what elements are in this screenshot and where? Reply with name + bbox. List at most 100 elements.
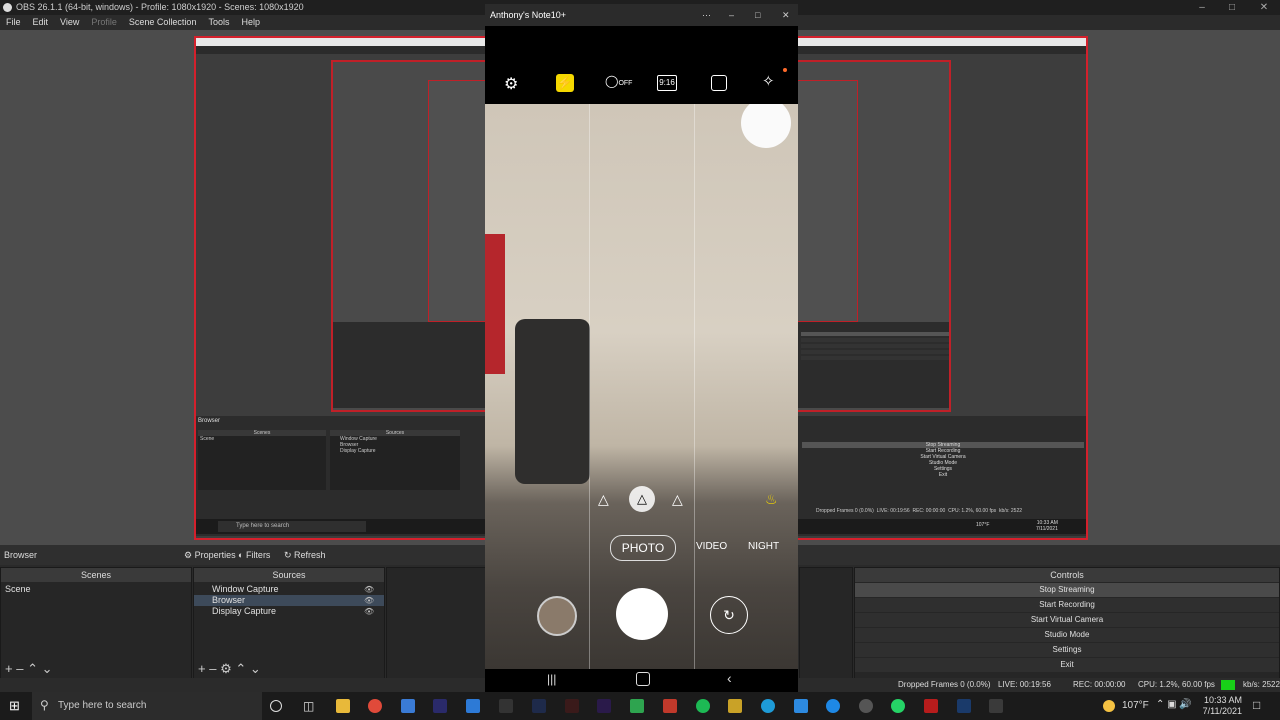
source-item[interactable]: Browser [194,595,384,606]
taskbar-search[interactable]: ⚲ Type here to search [32,692,262,720]
exit-button[interactable]: Exit [855,658,1279,672]
phone-maximize-button[interactable]: □ [755,4,760,26]
person-shirt [485,234,505,374]
maximize-button[interactable]: □ [1218,0,1246,15]
standard-lens-icon[interactable]: △ [629,486,655,512]
source-item[interactable]: Window Capture [194,584,384,595]
menu-tools[interactable]: Tools [202,15,235,30]
live-timer: LIVE: 00:19:56 [998,680,1051,689]
menu-file[interactable]: File [0,15,27,30]
move-up-icon[interactable]: ⌃ [27,661,38,676]
whatsapp-icon[interactable] [891,699,905,713]
scene-optimizer-icon[interactable]: ♨ [765,491,778,508]
phone-close-button[interactable]: ✕ [782,4,790,26]
studio-mode-button[interactable]: Studio Mode [855,628,1279,642]
source-item[interactable]: Display Capture [194,606,384,617]
source-settings-icon[interactable]: ⚙ [220,661,232,676]
suitcase [515,319,590,484]
stop-streaming-button[interactable]: Stop Streaming [855,583,1279,597]
menu-view[interactable]: View [54,15,85,30]
nested-scene-item: Scene [200,436,215,442]
phone-minimize-button[interactable]: – [729,4,734,26]
mode-photo[interactable]: PHOTO [610,535,676,561]
app-icon[interactable] [924,699,938,713]
mail-icon[interactable] [466,699,480,713]
task-view-icon[interactable]: ◫ [303,699,317,713]
back-icon[interactable]: ‹ [727,670,732,686]
ratio-9-16-icon[interactable]: 9:16 [657,75,677,91]
obs-icon[interactable] [859,699,873,713]
window-title: OBS 26.1.1 (64-bit, windows) - Profile: … [16,2,304,12]
menu-edit[interactable]: Edit [27,15,55,30]
move-down-icon[interactable]: ⌄ [250,661,261,676]
app-icon[interactable] [794,699,808,713]
edge-icon[interactable] [761,699,775,713]
move-down-icon[interactable]: ⌄ [42,661,53,676]
menu-profile[interactable]: Profile [85,15,123,30]
wide-lens-icon[interactable]: △ [598,491,609,508]
clock[interactable]: 10:33 AM 7/11/2021 [1200,695,1242,717]
scene-item[interactable]: Scene [1,584,191,595]
spotify-icon[interactable] [696,699,710,713]
sources-toolbar: + – ⚙ ⌃ ⌄ [198,661,261,677]
minimize-button[interactable]: – [1188,0,1216,15]
visibility-icons[interactable]: 👁 👁 👁 [364,584,374,617]
nested-clock: 10:33 AM 7/11/2021 [1036,520,1058,532]
settings-icon[interactable]: ⚙ [504,74,518,94]
start-icon[interactable]: ⊞ [9,699,23,713]
controls-dock: Controls Stop Streaming Start Recording … [854,567,1280,679]
edge-legacy-icon[interactable] [826,699,840,713]
sources-dock: Sources Window Capture Browser Display C… [193,567,385,679]
terminal-icon[interactable] [499,699,513,713]
switch-camera-icon[interactable]: ↻ [710,596,748,634]
filters-button[interactable]: ◐ Filters [238,545,270,565]
move-up-icon[interactable]: ⌃ [235,661,246,676]
flash-icon[interactable]: ⚡ [556,74,574,92]
notification-icon[interactable]: □ [1253,698,1260,712]
photoshop-icon[interactable] [532,699,546,713]
app-icon[interactable] [630,699,644,713]
app-icon[interactable] [989,699,1003,713]
more-options-icon[interactable]: ⋯ [702,4,711,26]
nested-sources-panel: Sources Window Capture Browser Display C… [330,430,460,490]
premiere-icon[interactable] [597,699,611,713]
motion-photo-icon[interactable] [711,75,727,91]
app-icon[interactable] [663,699,677,713]
start-virtual-camera-button[interactable]: Start Virtual Camera [855,613,1279,627]
settings-button[interactable]: Settings [855,643,1279,657]
shutter-button[interactable] [616,588,668,640]
app-icon[interactable] [728,699,742,713]
home-icon[interactable] [636,672,650,686]
timer-off-icon[interactable]: ◯OFF [605,74,632,88]
remove-source-icon[interactable]: – [209,661,216,676]
file-explorer-icon[interactable] [336,699,350,713]
add-source-icon[interactable]: + [198,661,206,676]
refresh-button[interactable]: ↻ Refresh [284,545,326,565]
remove-scene-icon[interactable]: – [16,661,23,676]
illustrator-icon[interactable] [565,699,579,713]
gallery-thumbnail[interactable] [537,596,577,636]
cortana-icon[interactable] [270,700,282,712]
mode-night[interactable]: NIGHT [748,541,779,552]
start-recording-button[interactable]: Start Recording [855,598,1279,612]
weather-icon[interactable] [1103,700,1115,712]
tray-icons[interactable]: ⌃ ▣ 🔊 [1156,699,1192,710]
chrome-icon[interactable] [368,699,382,713]
nested-controls-2 [801,330,949,390]
recents-icon[interactable]: ||| [547,672,556,686]
properties-button[interactable]: ⚙ Properties [184,545,236,565]
menu-scene-collection[interactable]: Scene Collection [123,15,203,30]
mode-video[interactable]: VIDEO [696,541,727,552]
store-icon[interactable] [401,699,415,713]
effects-icon[interactable]: ✧ [762,72,775,90]
app-icon[interactable] [957,699,971,713]
phone-title-bar: Anthony's Note10+ ⋯ – □ ✕ [485,4,798,26]
phone-mirror-window[interactable]: Anthony's Note10+ ⋯ – □ ✕ ⚙ ⚡ ◯OFF 9:16 … [485,4,798,692]
tele-lens-icon[interactable]: △ [672,491,683,508]
media-encoder-icon[interactable] [433,699,447,713]
add-scene-icon[interactable]: + [5,661,13,676]
close-button[interactable]: ✕ [1250,0,1278,15]
menu-help[interactable]: Help [235,15,266,30]
weather-temp[interactable]: 107°F [1122,700,1149,711]
audio-mixer-dock [386,567,486,679]
